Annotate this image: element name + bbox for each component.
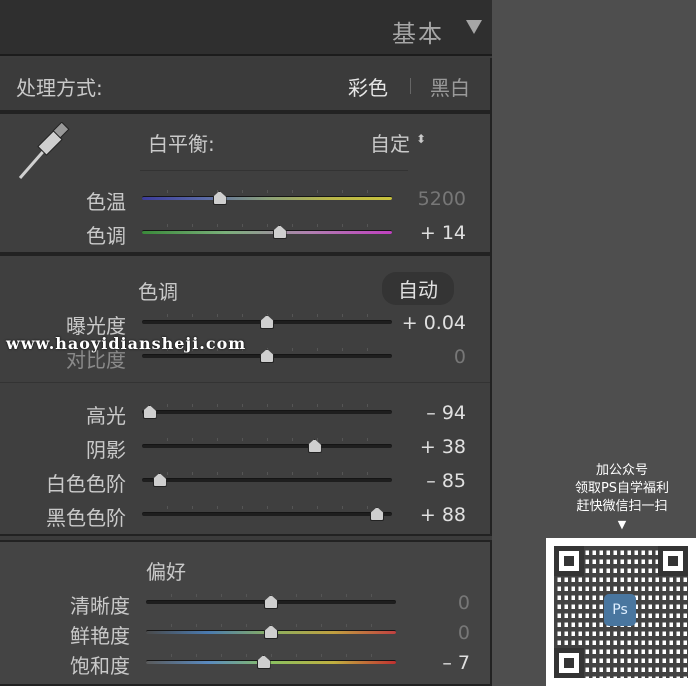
slider-ticks <box>146 654 396 658</box>
clarity-label: 清晰度 <box>70 594 130 618</box>
promo-line-2: 领取PS自学福利 <box>574 481 670 496</box>
temp-slider-track[interactable] <box>142 196 392 200</box>
tone-heading: 色调 <box>138 280 178 304</box>
divider <box>410 78 411 94</box>
blacks-label: 黑色色阶 <box>46 506 126 530</box>
panel-title: 基本 <box>392 20 444 48</box>
shadows-slider-track[interactable] <box>142 444 392 448</box>
highlights-slider-track[interactable] <box>142 410 392 414</box>
divider <box>140 170 408 171</box>
qr-finder <box>658 546 688 576</box>
blacks-value[interactable]: + 88 <box>396 504 466 526</box>
temp-value[interactable]: 5200 <box>396 188 466 210</box>
vibrance-value[interactable]: 0 <box>400 622 470 644</box>
qr-finder <box>554 648 584 678</box>
treatment-bw-option[interactable]: 黑白 <box>430 72 470 101</box>
saturation-slider-track[interactable] <box>146 660 396 664</box>
ps-logo-icon: Ps <box>604 594 636 626</box>
temp-label: 色温 <box>86 190 126 214</box>
slider-ticks <box>142 404 392 408</box>
qr-code[interactable]: Ps <box>546 538 696 686</box>
wb-select[interactable]: 自定 <box>370 128 410 157</box>
slider-ticks <box>142 190 392 194</box>
white-balance-section: 白平衡: 自定 ⬍ 色温 5200 色调 + 14 <box>0 112 492 254</box>
tint-value[interactable]: + 14 <box>396 222 466 244</box>
slider-ticks <box>142 506 392 510</box>
panel-header[interactable]: 基本 <box>0 0 492 56</box>
shadows-label: 阴影 <box>86 438 126 462</box>
tint-slider-track[interactable] <box>142 230 392 234</box>
qr-finder <box>554 546 584 576</box>
slider-ticks <box>142 472 392 476</box>
vibrance-label: 鲜艳度 <box>70 624 130 648</box>
contrast-value[interactable]: 0 <box>396 346 466 368</box>
tint-label: 色调 <box>86 224 126 248</box>
promo-text: 加公众号 领取PS自学福利 赶快微信扫一扫 ▼ <box>548 462 696 534</box>
treatment-color-option[interactable]: 彩色 <box>348 72 388 101</box>
arrow-down-icon: ▼ <box>617 518 627 531</box>
slider-ticks <box>142 224 392 228</box>
triangle-down-icon[interactable] <box>466 20 482 34</box>
promo-line-3: 赶快微信扫一扫 <box>576 499 668 514</box>
whites-slider-track[interactable] <box>142 478 392 482</box>
updown-icon[interactable]: ⬍ <box>416 132 426 146</box>
clarity-value[interactable]: 0 <box>400 592 470 614</box>
tone-section: 色调 自动 曝光度 + 0.04 对比度 0 高光 – 94 阴影 + 38 白… <box>0 254 492 536</box>
promo-line-1: 加公众号 <box>595 463 648 478</box>
saturation-label: 饱和度 <box>70 654 130 678</box>
saturation-value[interactable]: – 7 <box>400 652 470 674</box>
divider <box>0 382 490 383</box>
highlights-value[interactable]: – 94 <box>396 402 466 424</box>
presence-heading: 偏好 <box>146 560 186 584</box>
basic-panel: 基本 处理方式: 彩色 黑白 白平衡: 自定 ⬍ 色温 5200 色调 + 14… <box>0 0 492 686</box>
watermark-text: www.haoyidiansheji.com <box>6 334 247 353</box>
shadows-value[interactable]: + 38 <box>396 436 466 458</box>
auto-button[interactable]: 自动 <box>382 272 454 305</box>
blacks-slider-track[interactable] <box>142 512 392 516</box>
presence-section: 偏好 清晰度 0 鲜艳度 0 饱和度 – 7 <box>0 540 492 686</box>
exposure-value[interactable]: + 0.04 <box>396 312 466 334</box>
eyedropper-icon[interactable] <box>14 122 72 182</box>
treatment-section: 处理方式: 彩色 黑白 <box>0 58 492 112</box>
whites-value[interactable]: – 85 <box>396 470 466 492</box>
wb-label: 白平衡: <box>148 132 215 156</box>
qr-pattern: Ps <box>554 546 688 678</box>
slider-ticks <box>142 438 392 442</box>
highlights-label: 高光 <box>86 404 126 428</box>
treatment-label: 处理方式: <box>16 76 103 100</box>
whites-label: 白色色阶 <box>46 472 126 496</box>
